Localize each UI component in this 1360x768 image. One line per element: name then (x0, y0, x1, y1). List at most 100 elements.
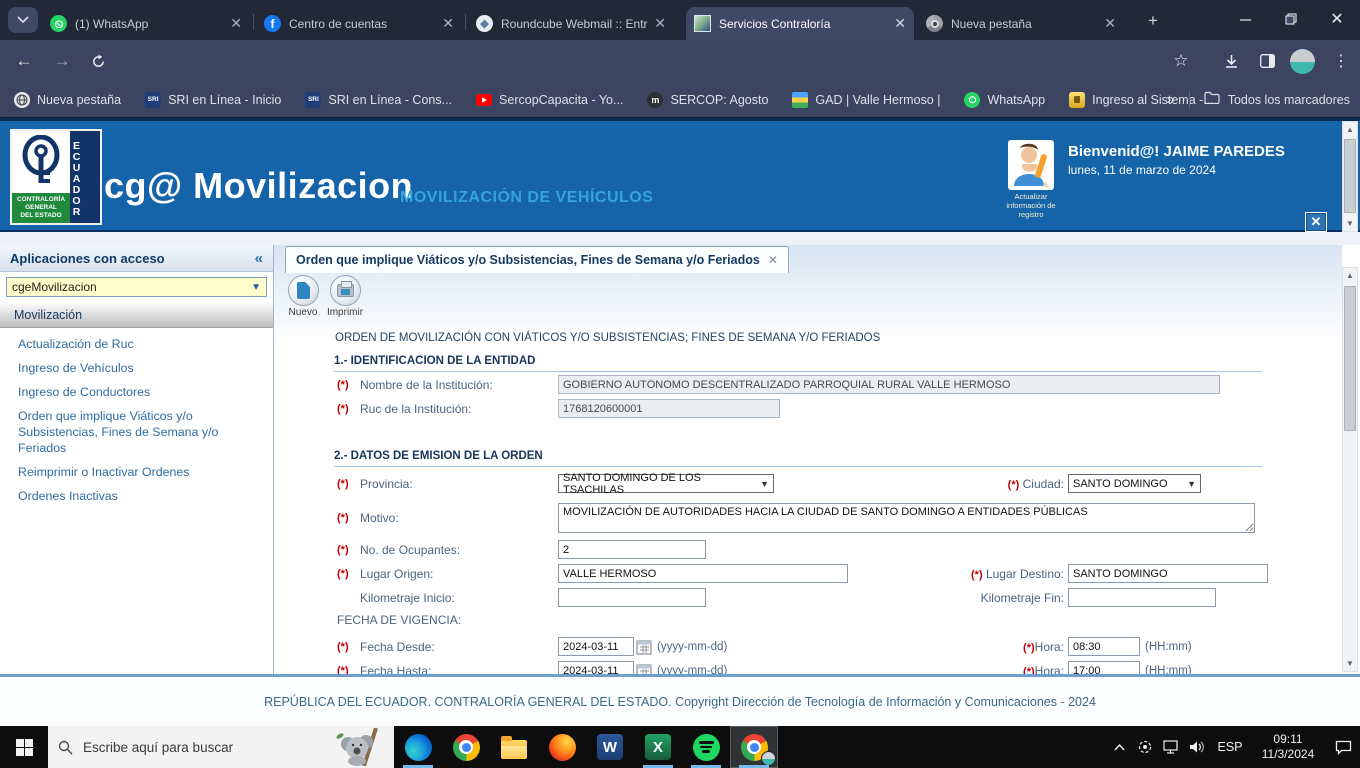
scrollbar-thumb[interactable] (1344, 286, 1356, 431)
scroll-down-icon[interactable]: ▼ (1343, 216, 1357, 231)
chevron-down-icon (17, 16, 29, 24)
bookmark-sri-consultas[interactable]: SRI SRI en Línea - Cons... (305, 91, 452, 108)
bookmark-sercop-agosto[interactable]: m SERCOP: Agosto (647, 91, 768, 108)
scroll-down-icon[interactable]: ▼ (1343, 656, 1357, 671)
sidebar-group-movilizacion[interactable]: Movilización (0, 302, 273, 328)
window-close-button[interactable]: ✕ (1314, 0, 1360, 38)
taskbar-firefox[interactable] (538, 726, 586, 768)
sidebar-item-actualizacion-ruc[interactable]: Actualización de Ruc (18, 333, 264, 355)
taskbar-chrome[interactable] (442, 726, 490, 768)
lugar-origen-input[interactable] (558, 564, 848, 583)
profile-avatar[interactable] (1289, 48, 1315, 74)
hidden-icons-chevron[interactable] (1106, 726, 1132, 768)
tab-close-icon[interactable]: ✕ (230, 15, 242, 32)
motivo-textarea[interactable]: MOVILIZACIÓN DE AUTORIDADES HACIA LA CIU… (558, 503, 1255, 533)
sidebar-item-ingreso-vehiculos[interactable]: Ingreso de Vehículos (18, 357, 264, 379)
tab-search-button[interactable] (8, 7, 38, 33)
work-tab-close-icon[interactable]: ✕ (768, 253, 778, 267)
bookmarks-overflow-icon[interactable]: » (1166, 91, 1174, 108)
sidebar-item-ordenes-inactivas[interactable]: Ordenes Inactivas (18, 485, 264, 507)
reload-button[interactable] (84, 48, 112, 74)
menu-dots-icon[interactable]: ⋮ (1328, 49, 1354, 73)
taskbar-word[interactable]: W (586, 726, 634, 768)
provincia-select[interactable]: SANTO DOMINGO DE LOS TSACHILAS ▼ (558, 472, 774, 496)
bookmark-gad-valle-hermoso[interactable]: GAD | Valle Hermoso | (792, 91, 941, 108)
collapse-sidebar-icon[interactable]: « (255, 250, 263, 267)
km-inicio-input[interactable] (558, 588, 706, 607)
window-minimize-button[interactable] (1222, 0, 1268, 38)
lugar-destino-input[interactable] (1068, 564, 1268, 583)
print-button[interactable]: Imprimir (322, 275, 368, 318)
sidebar-item-ingreso-conductores[interactable]: Ingreso de Conductores (18, 381, 264, 403)
tab-whatsapp[interactable]: (1) WhatsApp ✕ (42, 7, 250, 40)
ocupantes-input[interactable] (558, 540, 706, 559)
scroll-up-icon[interactable]: ▲ (1343, 122, 1357, 137)
hora-hasta-input[interactable] (1068, 661, 1140, 674)
volume-tray-icon[interactable] (1184, 726, 1210, 768)
new-order-button[interactable]: Nuevo (280, 275, 326, 318)
capture-tray-icon[interactable] (1132, 726, 1158, 768)
tab-close-icon[interactable]: ✕ (442, 15, 454, 32)
scroll-up-icon[interactable]: ▲ (1343, 268, 1357, 283)
km-fin-input[interactable] (1068, 588, 1216, 607)
tab-close-icon[interactable]: ✕ (654, 15, 666, 32)
taskbar-excel[interactable]: X (634, 726, 682, 768)
clock[interactable]: 09:11 11/3/2024 (1250, 732, 1326, 762)
taskbar-file-explorer[interactable] (490, 726, 538, 768)
bookmark-sercopcapacita[interactable]: SercopCapacita - Yo... (476, 92, 623, 108)
calendar-icon[interactable] (636, 639, 652, 655)
logo-text: GENERAL (25, 204, 57, 211)
fecha-hasta-label: Fecha Hasta: (360, 663, 432, 675)
hora-desde-input[interactable] (1068, 637, 1140, 656)
window-restore-button[interactable] (1268, 0, 1314, 38)
km-inicio-label: Kilometraje Inicio: (360, 590, 455, 605)
nombre-institucion-input[interactable] (558, 375, 1220, 394)
forward-button[interactable]: → (48, 48, 76, 74)
bookmark-star-icon[interactable]: ☆ (1168, 49, 1194, 73)
fecha-desde-input[interactable] (558, 637, 634, 656)
sidebar-item-orden-viaticos[interactable]: Orden que implique Viáticos y/o Subsiste… (18, 405, 264, 459)
sidebar-header-title: Aplicaciones con acceso (10, 250, 165, 266)
fecha-hasta-input[interactable] (558, 661, 634, 674)
required-marker: (*) (337, 512, 349, 524)
notification-center-icon[interactable] (1326, 726, 1360, 768)
taskbar-spotify[interactable] (682, 726, 730, 768)
bookmark-nueva-pestana[interactable]: Nueva pestaña (14, 91, 121, 108)
new-tab-button[interactable]: + (1142, 10, 1164, 32)
work-tab-orden-viaticos[interactable]: Orden que implique Viáticos y/o Subsiste… (285, 246, 789, 273)
divider (1188, 90, 1190, 109)
bookmark-whatsapp[interactable]: WhatsApp (964, 91, 1045, 108)
downloads-icon[interactable] (1218, 49, 1244, 73)
taskbar-search[interactable]: Escribe aquí para buscar (48, 726, 394, 768)
tab-servicios-contraloria-active[interactable]: Servicios Contraloría ✕ (686, 7, 914, 40)
network-tray-icon[interactable] (1158, 726, 1184, 768)
tab-roundcube[interactable]: ◆ Roundcube Webmail :: Entra ✕ (468, 7, 674, 40)
tab-close-icon[interactable]: ✕ (894, 15, 906, 32)
motivo-label: Motivo: (360, 511, 399, 525)
sidebar-item-reimprimir-inactivar[interactable]: Reimprimir o Inactivar Ordenes (18, 461, 264, 483)
tab-facebook[interactable]: f Centro de cuentas ✕ (256, 7, 462, 40)
taskbar-edge[interactable] (394, 726, 442, 768)
content-scrollbar[interactable]: ▲ ▼ (1342, 267, 1358, 672)
excel-icon: X (645, 734, 671, 760)
bookmark-sri-inicio[interactable]: SRI SRI en Línea - Inicio (145, 91, 281, 108)
taskbar-chrome-active[interactable] (730, 726, 778, 768)
tab-new-tab[interactable]: Nueva pestaña ✕ (918, 7, 1124, 40)
scrollbar-thumb[interactable] (1344, 139, 1356, 213)
bookmark-label: GAD | Valle Hermoso | (815, 92, 941, 107)
application-select[interactable]: cgeMovilizacion ▼ (6, 277, 267, 297)
page-scrollbar[interactable]: ▲ ▼ (1342, 121, 1358, 232)
back-button[interactable]: ← (10, 48, 38, 74)
calendar-icon[interactable] (636, 663, 652, 675)
all-bookmarks-button[interactable]: Todos los marcadores (1228, 93, 1350, 107)
field-row-fecha-hasta: (*) Fecha Hasta: (yyyy-mm-dd) (337, 661, 727, 674)
ciudad-select[interactable]: SANTO DOMINGO ▼ (1068, 474, 1201, 493)
user-avatar[interactable] (1008, 140, 1054, 190)
language-indicator[interactable]: ESP (1210, 740, 1250, 754)
start-button[interactable] (0, 726, 48, 768)
shield-icon (1069, 91, 1086, 108)
ruc-institucion-input[interactable] (558, 399, 780, 418)
banner-close-button[interactable]: ✕ (1305, 212, 1327, 232)
tab-close-icon[interactable]: ✕ (1104, 15, 1116, 32)
side-panel-icon[interactable] (1254, 49, 1280, 73)
